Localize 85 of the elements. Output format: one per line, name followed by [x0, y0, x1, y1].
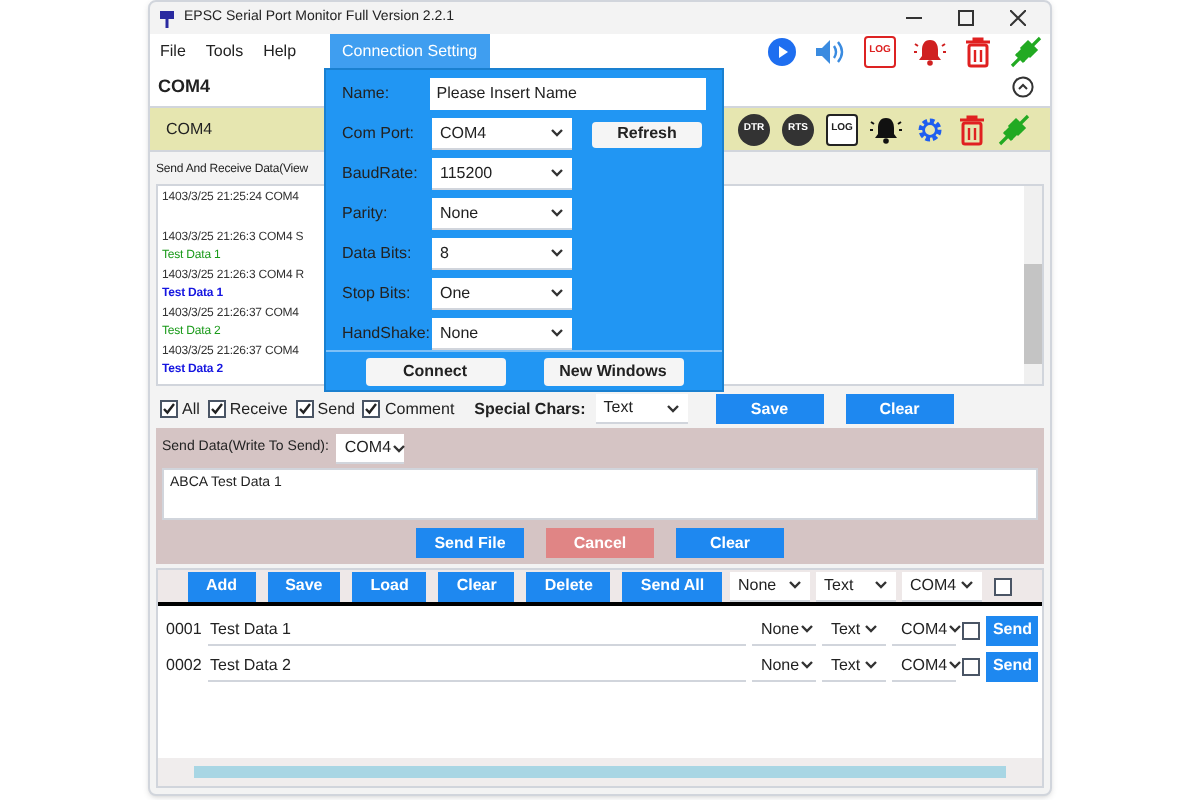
- dropdown[interactable]: None: [432, 198, 572, 230]
- maximize-icon[interactable]: [958, 10, 974, 26]
- field-label: BaudRate:: [342, 162, 420, 186]
- button[interactable]: Save: [715, 394, 824, 424]
- chevron-down-icon: [960, 580, 974, 590]
- row-number: 0001: [164, 618, 202, 642]
- checkbox[interactable]: [962, 657, 981, 675]
- speaker-icon[interactable]: [814, 37, 846, 65]
- dropdown[interactable]: 115200: [432, 158, 572, 190]
- button[interactable]: Save: [267, 571, 341, 601]
- collapse-icon[interactable]: [1012, 76, 1034, 98]
- dropdown[interactable]: Text: [816, 571, 896, 601]
- refresh-button[interactable]: Refresh: [592, 121, 702, 147]
- button[interactable]: Delete: [526, 571, 611, 601]
- chevron-down-icon: [391, 443, 406, 453]
- dropdown[interactable]: 8: [432, 238, 572, 270]
- send-button[interactable]: Send: [986, 615, 1038, 645]
- field-label: Data Bits:: [342, 242, 414, 266]
- dropdown[interactable]: None: [730, 571, 810, 601]
- name-field[interactable]: Please Insert Name: [430, 78, 706, 110]
- trash-icon[interactable]: [958, 113, 986, 145]
- chevron-down-icon: [947, 660, 962, 670]
- chevron-down-icon: [665, 403, 680, 413]
- button[interactable]: Clear: [676, 528, 784, 558]
- checkbox-label: All: [182, 397, 200, 421]
- chevron-down-icon: [864, 660, 879, 670]
- field-label: Stop Bits:: [342, 282, 413, 306]
- port-label: COM4: [166, 117, 213, 141]
- port-heading: COM4: [158, 73, 211, 100]
- scrollbar[interactable]: [194, 766, 1006, 778]
- chevron-down-icon: [799, 660, 814, 670]
- button[interactable]: Send All: [622, 571, 723, 601]
- chevron-down-icon: [874, 580, 888, 590]
- button[interactable]: Clear: [438, 571, 515, 601]
- pin-icon: [158, 9, 176, 27]
- send-button[interactable]: Send: [986, 651, 1038, 681]
- dropdown[interactable]: COM4: [902, 571, 982, 601]
- scrollbar[interactable]: [1024, 186, 1042, 384]
- button[interactable]: Add: [188, 571, 256, 601]
- checkbox[interactable]: [207, 400, 226, 418]
- dropdown[interactable]: Text: [595, 394, 688, 424]
- chevron-down-icon: [550, 208, 564, 218]
- checkbox-label: Comment: [384, 397, 455, 421]
- checkbox[interactable]: [295, 400, 314, 418]
- checkbox-label: Receive: [229, 397, 288, 421]
- row-text-field[interactable]: Test Data 2: [208, 651, 747, 681]
- dropdown[interactable]: One: [432, 278, 572, 310]
- chevron-down-icon: [550, 288, 564, 298]
- close-icon[interactable]: [1010, 10, 1026, 26]
- field-label: HandShake:: [342, 322, 432, 346]
- chevron-down-icon: [864, 624, 879, 634]
- chevron-down-icon: [550, 328, 564, 338]
- checkbox[interactable]: [362, 400, 381, 418]
- chevron-down-icon: [947, 624, 962, 634]
- plug-icon[interactable]: [1010, 35, 1042, 67]
- play-icon[interactable]: [768, 37, 796, 65]
- dialog-button[interactable]: New Windows: [543, 357, 683, 385]
- alarm-bell-icon[interactable]: [870, 113, 902, 145]
- dropdown[interactable]: COM4: [432, 118, 572, 150]
- menu-item[interactable]: File: [150, 34, 196, 68]
- checkbox[interactable]: [962, 621, 981, 639]
- special-chars-label: Special Chars:: [474, 397, 586, 421]
- settings-icon[interactable]: [914, 113, 946, 145]
- checkbox-label: Send: [317, 397, 355, 421]
- dropdown[interactable]: None: [432, 318, 572, 350]
- button[interactable]: Clear: [845, 394, 954, 424]
- field-label: Com Port:: [342, 122, 417, 146]
- row-text-field[interactable]: Test Data 1: [208, 615, 747, 645]
- chevron-down-icon: [788, 580, 802, 590]
- chevron-down-icon: [799, 624, 814, 634]
- field-label: Name:: [342, 82, 392, 106]
- button[interactable]: Send File: [416, 528, 524, 558]
- checkbox[interactable]: [994, 577, 1012, 595]
- dialog-button[interactable]: Connect: [365, 357, 505, 385]
- trash-icon[interactable]: [964, 35, 992, 67]
- chevron-down-icon: [550, 168, 564, 178]
- menu-item[interactable]: Tools: [195, 34, 254, 68]
- menu-item[interactable]: Help: [253, 34, 307, 68]
- button[interactable]: Load: [352, 571, 427, 601]
- chevron-down-icon: [550, 248, 564, 258]
- row-number: 0002: [164, 654, 202, 678]
- dropdown[interactable]: COM4: [336, 434, 405, 464]
- field-label: Parity:: [342, 202, 390, 226]
- checkbox[interactable]: [160, 400, 178, 418]
- chevron-down-icon: [550, 128, 564, 138]
